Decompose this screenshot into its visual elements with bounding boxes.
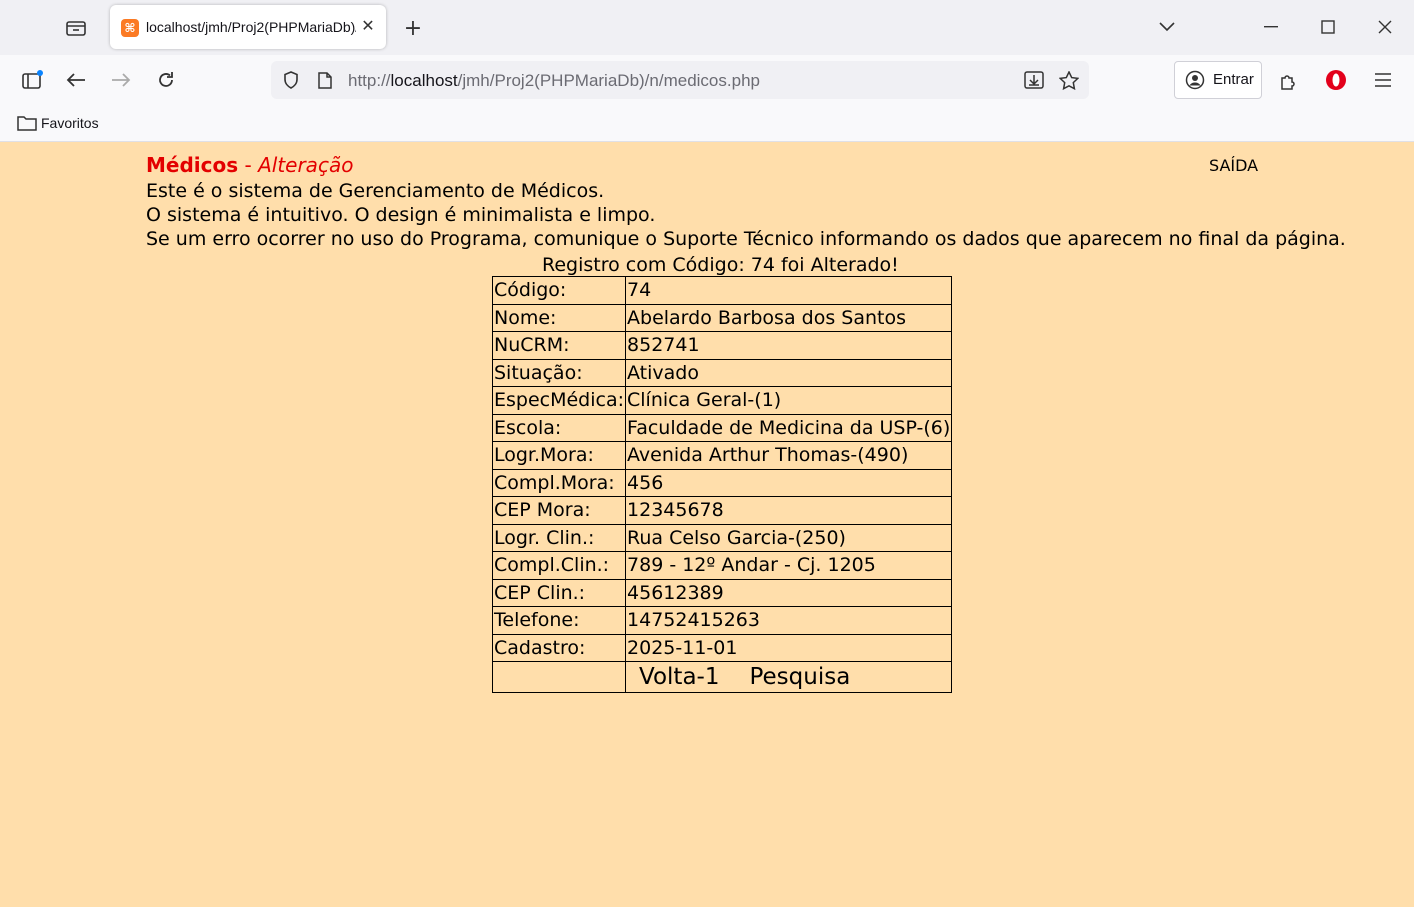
forward-arrow-icon[interactable] <box>105 64 137 96</box>
field-value: Clínica Geral-(1) <box>625 386 953 415</box>
bookmark-star-icon[interactable] <box>1053 64 1085 96</box>
address-bar[interactable]: http://localhost/jmh/Proj2(PHPMariaDb)/n… <box>271 61 1089 99</box>
new-tab-icon[interactable]: + <box>397 12 429 44</box>
field-value: 14752415263 <box>625 606 953 635</box>
field-value: Abelardo Barbosa dos Santos <box>625 303 953 332</box>
field-value: Faculdade de Medicina da USP-(6) <box>625 413 953 442</box>
table-row: CEP Mora: 12345678 <box>491 496 953 525</box>
table-row: Telefone: 14752415263 <box>491 606 953 635</box>
folder-icon[interactable] <box>11 107 43 139</box>
table-row: EspecMédica: Clínica Geral-(1) <box>491 386 953 415</box>
page-content: Médicos - Alteração SAÍDA Este é o siste… <box>0 141 1414 907</box>
field-label: Situação: <box>491 358 627 387</box>
field-value: 74 <box>625 276 953 305</box>
field-value: 456 <box>625 468 953 497</box>
status-message: Registro com Código: 74 foi Alterado! <box>542 254 899 276</box>
field-label: Logr. Clin.: <box>491 523 627 552</box>
field-label: NuCRM: <box>491 331 627 360</box>
table-row: Cadastro: 2025-11-01 <box>491 633 953 662</box>
navigation-toolbar: http://localhost/jmh/Proj2(PHPMariaDb)/n… <box>0 55 1414 107</box>
title-main: Médicos <box>146 153 239 177</box>
opera-logo-icon[interactable] <box>1320 64 1352 96</box>
actions-row: Volta-1 Pesquisa <box>491 661 953 693</box>
table-row: Situação: Ativado <box>491 358 953 387</box>
bookmarks-toolbar: Favoritos <box>0 107 1414 140</box>
shield-icon[interactable] <box>275 64 307 96</box>
signin-button[interactable]: Entrar <box>1174 61 1262 99</box>
table-row: Compl.Mora: 456 <box>491 468 953 497</box>
xampp-favicon-icon: ⌘ <box>121 19 139 37</box>
menu-icon[interactable] <box>1367 64 1399 96</box>
table-row: NuCRM: 852741 <box>491 331 953 360</box>
intro-line-1: Este é o sistema de Gerenciamento de Méd… <box>146 180 605 202</box>
field-label: CEP Mora: <box>491 496 627 525</box>
url-scheme: http:// <box>348 71 391 90</box>
back-arrow-icon[interactable] <box>60 64 92 96</box>
url-path: /jmh/Proj2(PHPMariaDb)/n/medicos.php <box>457 71 760 90</box>
account-icon <box>1179 64 1211 96</box>
intro-line-2: O sistema é intuitivo. O design é minima… <box>146 204 656 226</box>
field-value: 12345678 <box>625 496 953 525</box>
table-row: Logr. Clin.: Rua Celso Garcia-(250) <box>491 523 953 552</box>
field-value: 2025-11-01 <box>625 633 953 662</box>
field-label: Cadastro: <box>491 633 627 662</box>
intro-line-3: Se um erro ocorrer no uso do Programa, c… <box>146 228 1346 250</box>
table-row: Nome: Abelardo Barbosa dos Santos <box>491 303 953 332</box>
table-row: Escola: Faculdade de Medicina da USP-(6) <box>491 413 953 442</box>
field-value: 789 - 12º Andar - Cj. 1205 <box>625 551 953 580</box>
page-icon <box>309 64 341 96</box>
field-label: Logr.Mora: <box>491 441 627 470</box>
field-value: Rua Celso Garcia-(250) <box>625 523 953 552</box>
field-label: Compl.Clin.: <box>491 551 627 580</box>
browser-chrome: ⌘ localhost/jmh/Proj2(PHPMariaDb)/n/medi… <box>0 0 1414 142</box>
chevron-down-icon[interactable] <box>1151 11 1183 43</box>
reload-icon[interactable] <box>150 64 182 96</box>
field-value: 45612389 <box>625 578 953 607</box>
title-separator: - <box>238 153 259 177</box>
title-sub: Alteração <box>258 153 354 177</box>
field-label: Telefone: <box>491 606 627 635</box>
tab-title: localhost/jmh/Proj2(PHPMariaDb)/n/medico… <box>146 19 356 35</box>
field-label: EspecMédica: <box>491 386 627 415</box>
back-button[interactable]: Volta-1 <box>639 665 719 689</box>
tab-list-icon[interactable] <box>60 12 92 44</box>
url-text[interactable]: http://localhost/jmh/Proj2(PHPMariaDb)/n… <box>348 71 760 91</box>
field-value: Avenida Arthur Thomas-(490) <box>625 441 953 470</box>
field-value: 852741 <box>625 331 953 360</box>
record-table: Código: 74 Nome: Abelardo Barbosa dos Sant… <box>491 276 953 693</box>
field-label: Compl.Mora: <box>491 468 627 497</box>
search-button[interactable]: Pesquisa <box>749 665 850 689</box>
empty-cell <box>491 661 627 693</box>
table-row: Compl.Clin.: 789 - 12º Andar - Cj. 1205 <box>491 551 953 580</box>
field-label: Nome: <box>491 303 627 332</box>
url-host: localhost <box>390 71 458 90</box>
sidebar-icon[interactable] <box>16 64 48 96</box>
field-value: Ativado <box>625 358 953 387</box>
field-label: CEP Clin.: <box>491 578 627 607</box>
table-row: Código: 74 <box>491 276 953 305</box>
close-window-icon[interactable] <box>1369 11 1401 43</box>
tab-active[interactable]: ⌘ localhost/jmh/Proj2(PHPMariaDb)/n/medi… <box>110 5 386 49</box>
actions-cell: Volta-1 Pesquisa <box>625 661 953 693</box>
save-page-icon[interactable] <box>1018 64 1050 96</box>
exit-link[interactable]: SAÍDA <box>1209 156 1258 175</box>
page-title: Médicos - Alteração <box>146 153 353 177</box>
field-label: Escola: <box>491 413 627 442</box>
bookmark-folder-favoritos[interactable]: Favoritos <box>41 115 99 131</box>
field-label: Código: <box>491 276 627 305</box>
maximize-icon[interactable] <box>1312 11 1344 43</box>
tab-strip: ⌘ localhost/jmh/Proj2(PHPMariaDb)/n/medi… <box>0 0 1414 55</box>
table-row: CEP Clin.: 45612389 <box>491 578 953 607</box>
extensions-icon[interactable] <box>1273 64 1305 96</box>
table-row: Logr.Mora: Avenida Arthur Thomas-(490) <box>491 441 953 470</box>
signin-label: Entrar <box>1213 71 1254 88</box>
minimize-icon[interactable] <box>1255 11 1287 43</box>
close-tab-icon[interactable]: ✕ <box>357 15 379 37</box>
